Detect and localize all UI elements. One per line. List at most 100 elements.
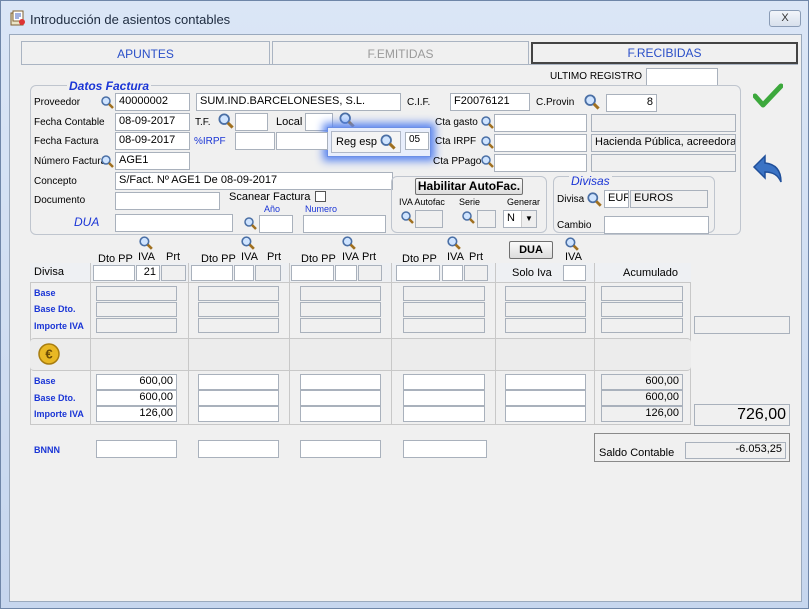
search-icon[interactable] xyxy=(217,112,235,130)
solo-iva-field[interactable] xyxy=(563,265,586,281)
acum-importe-iva-field: 126,00 xyxy=(601,406,683,422)
concepto-field[interactable]: S/Fact. Nº AGE1 De 08-09-2017 xyxy=(115,172,393,190)
base-dto-label-1: Base Dto. xyxy=(34,304,76,314)
base-dto-field-3[interactable] xyxy=(300,390,381,406)
checkmark-icon[interactable] xyxy=(753,83,783,109)
importe-iva-field-5[interactable] xyxy=(505,406,586,422)
bnnn-field-1[interactable] xyxy=(96,440,177,458)
cta-irpf-field[interactable] xyxy=(494,134,587,152)
cambio-field[interactable] xyxy=(604,216,709,234)
fecha-factura-field[interactable]: 08-09-2017 xyxy=(115,132,190,150)
base-dto-field-upper-3 xyxy=(300,302,381,317)
irpf-field[interactable] xyxy=(235,132,275,150)
dto-pp-field-4[interactable] xyxy=(396,265,440,281)
search-icon[interactable] xyxy=(100,95,115,110)
cta-ppago-field[interactable] xyxy=(494,154,587,172)
tf-field[interactable] xyxy=(235,113,268,131)
divisa-code-field[interactable]: EUR xyxy=(604,190,629,208)
cta-ppago-label: Cta PPago xyxy=(433,156,482,167)
saldo-field: -6.053,25 xyxy=(685,442,786,459)
proveedor-code-field[interactable]: 40000002 xyxy=(115,93,190,111)
importe-iva-field-4[interactable] xyxy=(403,406,485,422)
dropdown-icon[interactable]: ▼ xyxy=(521,211,536,227)
search-icon[interactable] xyxy=(480,115,495,130)
search-icon[interactable] xyxy=(341,235,357,251)
close-button[interactable]: X xyxy=(769,10,801,27)
tab-apuntes[interactable]: APUNTES xyxy=(21,41,270,65)
dua-button[interactable]: DUA xyxy=(509,241,553,259)
importe-iva-field-2[interactable] xyxy=(198,406,279,422)
importe-iva-field-1[interactable]: 126,00 xyxy=(96,406,177,422)
tab-f-recibidas[interactable]: F.RECIBIDAS xyxy=(531,42,798,64)
scanear-label: Scanear Factura xyxy=(229,191,311,203)
prt-field-2 xyxy=(255,265,281,281)
base-field-upper-4 xyxy=(403,286,485,301)
undo-arrow-icon[interactable] xyxy=(751,152,785,186)
iva-field-1[interactable]: 21 xyxy=(136,265,160,281)
ano-field[interactable] xyxy=(259,215,293,233)
base-field-4[interactable] xyxy=(403,374,485,390)
bnnn-field-2[interactable] xyxy=(198,440,279,458)
cta-irpf-desc-field: Hacienda Pública, acreedora xyxy=(591,134,736,152)
prt-header-3: Prt xyxy=(362,251,377,263)
reg-esp-field[interactable]: 05 xyxy=(405,132,429,150)
base-dto-field-upper-6 xyxy=(601,302,683,317)
search-icon[interactable] xyxy=(461,210,476,225)
base-field-upper-1 xyxy=(96,286,177,301)
dto-pp-field-1[interactable] xyxy=(93,265,135,281)
base-field-5[interactable] xyxy=(505,374,586,390)
search-icon[interactable] xyxy=(480,135,495,150)
search-icon[interactable] xyxy=(100,154,115,169)
habilitar-autofac-button[interactable]: Habilitar AutoFac. xyxy=(415,178,523,195)
divisa-name-field: EUROS xyxy=(630,190,708,208)
search-icon[interactable] xyxy=(583,93,601,111)
iva-field-3[interactable] xyxy=(335,265,357,281)
iva-field-2[interactable] xyxy=(234,265,254,281)
iva-field-4[interactable] xyxy=(442,265,463,281)
cta-gasto-field[interactable] xyxy=(494,114,587,132)
tab-f-emitidas[interactable]: F.EMITIDAS xyxy=(272,41,529,65)
dto-pp-field-2[interactable] xyxy=(191,265,233,281)
dua-label: DUA xyxy=(74,215,100,229)
prt-field-3 xyxy=(358,265,382,281)
bnnn-field-3[interactable] xyxy=(300,440,381,458)
search-icon[interactable] xyxy=(243,216,258,231)
base-dto-label-2: Base Dto. xyxy=(34,393,76,403)
base-field-1[interactable]: 600,00 xyxy=(96,374,177,390)
dto-pp-field-3[interactable] xyxy=(291,265,334,281)
numero-factura-field[interactable]: AGE1 xyxy=(115,152,190,170)
importe-iva-field-upper-1 xyxy=(96,318,177,333)
search-icon[interactable] xyxy=(138,235,154,251)
bnnn-field-4[interactable] xyxy=(403,440,487,458)
base-dto-field-4[interactable] xyxy=(403,390,485,406)
base-field-3[interactable] xyxy=(300,374,381,390)
search-icon[interactable] xyxy=(564,236,580,252)
base-dto-field-1[interactable]: 600,00 xyxy=(96,390,177,406)
window: Introducción de asientos contables X APU… xyxy=(0,0,809,609)
cta-gasto-desc-field xyxy=(591,114,736,132)
search-icon[interactable] xyxy=(480,154,495,169)
search-icon[interactable] xyxy=(240,235,256,251)
base-field-2[interactable] xyxy=(198,374,279,390)
importe-iva-field-3[interactable] xyxy=(300,406,381,422)
base-dto-field-5[interactable] xyxy=(505,390,586,406)
euro-coin-icon[interactable]: € xyxy=(38,343,60,365)
irpf-amount-field[interactable] xyxy=(276,132,328,150)
ultimo-registro-field[interactable] xyxy=(646,68,718,86)
generar-select[interactable]: N ▼ xyxy=(503,210,537,228)
cprovin-field[interactable]: 8 xyxy=(606,94,657,112)
search-icon[interactable] xyxy=(379,133,397,151)
base-field-upper-2 xyxy=(198,286,279,301)
proveedor-name-field[interactable]: SUM.IND.BARCELONESES, S.L. xyxy=(196,93,401,111)
documento-field[interactable] xyxy=(115,192,220,210)
numero-field[interactable] xyxy=(303,215,386,233)
fecha-contable-field[interactable]: 08-09-2017 xyxy=(115,113,190,131)
iva-header-2: IVA xyxy=(241,251,258,263)
base-dto-field-2[interactable] xyxy=(198,390,279,406)
search-icon[interactable] xyxy=(400,210,415,225)
search-icon[interactable] xyxy=(446,235,462,251)
dua-field[interactable] xyxy=(115,214,233,232)
scanear-checkbox[interactable] xyxy=(315,191,326,202)
cif-field[interactable]: F20076121 xyxy=(450,93,530,111)
search-icon[interactable] xyxy=(586,191,603,208)
